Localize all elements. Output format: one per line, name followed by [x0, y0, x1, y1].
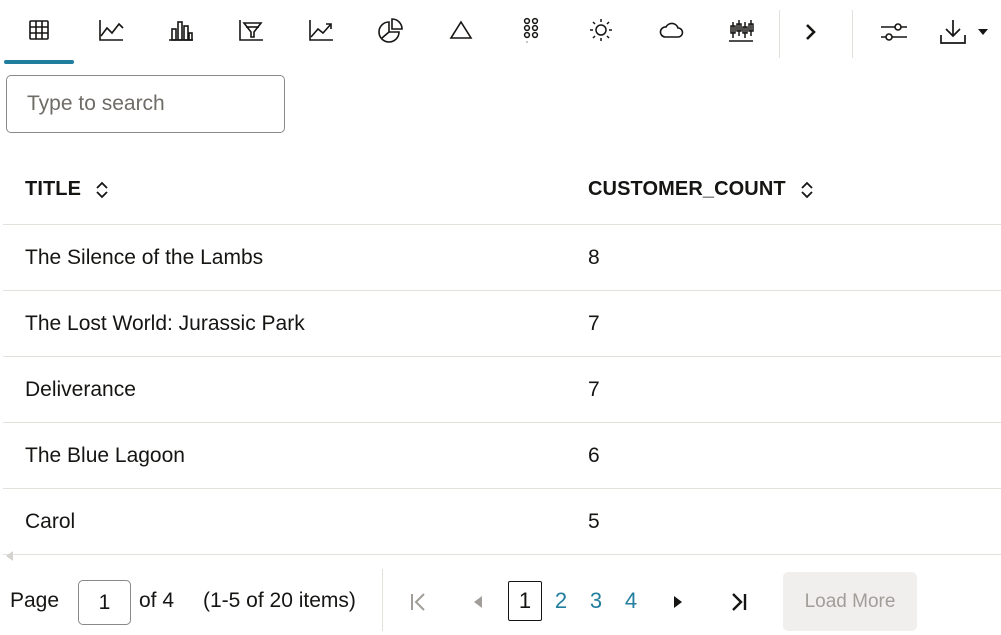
area-chart-icon: [309, 20, 333, 41]
page-button-3[interactable]: 3: [579, 581, 613, 621]
sunburst-chart-icon: [590, 19, 612, 41]
page-number-input[interactable]: [78, 580, 131, 625]
previous-page-button[interactable]: [460, 583, 496, 621]
caret-right-icon: [674, 596, 682, 608]
cell-title: The Silence of the Lambs: [25, 245, 264, 269]
cloud-icon: [659, 22, 684, 38]
column-header-title[interactable]: TITLE: [25, 178, 109, 201]
table-icon: [29, 20, 49, 40]
page-label: Page: [10, 589, 60, 612]
cell-title: Deliverance: [25, 377, 136, 401]
toolbar-divider: [852, 10, 853, 58]
cell-customer-count: 7: [588, 377, 600, 401]
table-row[interactable]: The Blue Lagoon 6: [3, 423, 1001, 489]
table-header-row: TITLE CUSTOMER_COUNT: [3, 155, 1001, 225]
pagination-divider: [382, 569, 383, 631]
caret-left-icon: [474, 596, 482, 608]
toolbar-divider: [779, 10, 780, 58]
pagination-bar: Page of 4 (1-5 of 20 items) 1 2 3 4 Load…: [0, 565, 1001, 635]
page-button-4[interactable]: 4: [614, 581, 648, 621]
area-chart-view-button[interactable]: [286, 0, 356, 60]
horizontal-scroll-arrow[interactable]: [6, 551, 13, 561]
first-page-icon: [411, 593, 425, 611]
pyramid-chart-icon: [449, 20, 473, 39]
load-more-button[interactable]: Load More: [783, 572, 917, 631]
funnel-chart-view-button[interactable]: [216, 0, 286, 60]
table-row[interactable]: Carol 5: [3, 489, 1001, 555]
page-button-1[interactable]: 1: [508, 581, 542, 621]
search-input[interactable]: [6, 75, 285, 133]
bar-chart-view-button[interactable]: [146, 0, 216, 60]
cell-title: Carol: [25, 509, 76, 533]
page-button-2[interactable]: 2: [544, 581, 578, 621]
pie-chart-icon: [378, 18, 403, 43]
column-header-customer-count[interactable]: CUSTOMER_COUNT: [588, 178, 814, 201]
stock-chart-view-button[interactable]: [706, 0, 776, 60]
cell-customer-count: 6: [588, 443, 600, 467]
table-row[interactable]: The Lost World: Jurassic Park 7: [3, 291, 1001, 357]
pie-chart-view-button[interactable]: [356, 0, 426, 60]
stock-chart-icon: [729, 20, 754, 42]
last-page-button[interactable]: [720, 583, 756, 621]
cell-title: The Blue Lagoon: [25, 443, 185, 467]
sort-icon[interactable]: [800, 180, 814, 200]
bar-chart-icon: [169, 21, 193, 41]
line-chart-icon: [99, 20, 124, 41]
first-page-button[interactable]: [401, 583, 437, 621]
funnel-chart-icon: [239, 20, 263, 41]
cell-title: The Lost World: Jurassic Park: [25, 311, 305, 335]
caret-down-icon: [978, 29, 988, 35]
visualization-toolbar: [0, 0, 1001, 64]
cell-customer-count: 7: [588, 311, 600, 335]
items-range-label: (1-5 of 20 items): [203, 589, 356, 612]
results-table: TITLE CUSTOMER_COUNT The Silence of the …: [3, 155, 1001, 555]
bubble-chart-view-button[interactable]: [496, 0, 566, 60]
tag-cloud-view-button[interactable]: [636, 0, 706, 60]
next-page-button[interactable]: [660, 583, 696, 621]
settings-button[interactable]: [866, 6, 922, 58]
column-header-label: TITLE: [25, 178, 82, 200]
more-views-button[interactable]: [786, 6, 836, 58]
column-header-label: CUSTOMER_COUNT: [588, 178, 786, 200]
table-view-button[interactable]: [4, 0, 74, 64]
bubble-chart-icon: [523, 17, 539, 43]
sunburst-chart-view-button[interactable]: [566, 0, 636, 60]
pyramid-chart-view-button[interactable]: [426, 0, 496, 60]
cell-customer-count: 8: [588, 245, 600, 269]
download-icon: [940, 20, 966, 44]
page-count-label: of 4: [139, 589, 175, 612]
last-page-icon: [732, 593, 747, 611]
sort-icon[interactable]: [95, 180, 109, 200]
settings-sliders-icon: [881, 23, 907, 41]
table-row[interactable]: The Silence of the Lambs 8: [3, 225, 1001, 291]
cell-customer-count: 5: [588, 509, 600, 533]
line-chart-view-button[interactable]: [76, 0, 146, 60]
table-row[interactable]: Deliverance 7: [3, 357, 1001, 423]
download-menu-button[interactable]: [930, 6, 998, 58]
chevron-right-icon: [806, 24, 816, 40]
